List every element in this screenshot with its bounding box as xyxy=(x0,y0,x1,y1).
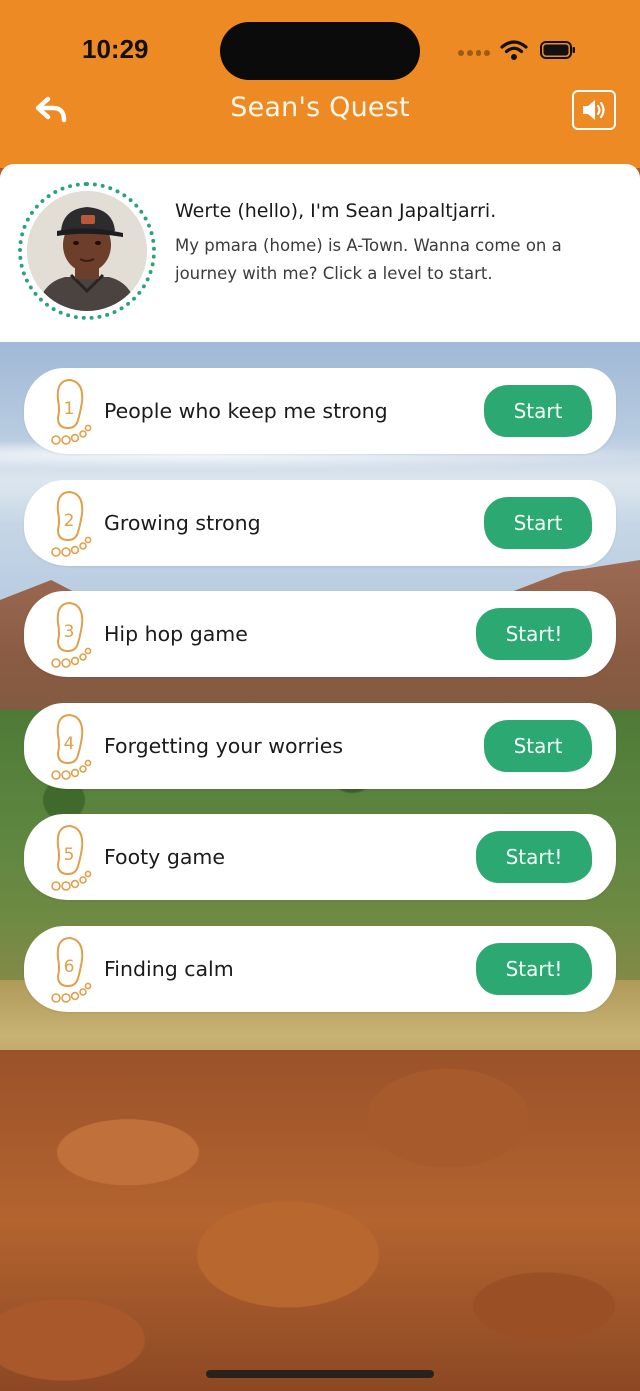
level-card-6[interactable]: 6 Finding calm Start! xyxy=(24,925,616,1012)
footprint-icon: 1 xyxy=(51,378,92,445)
speaker-icon xyxy=(583,100,605,120)
intro-text: My pmara (home) is A-Town. Wanna come on… xyxy=(175,236,562,283)
status-time: 10:29 xyxy=(82,34,149,64)
level-number: 3 xyxy=(64,622,75,642)
wifi-icon xyxy=(500,40,528,60)
level-list: 1 People who keep me strong Start 2 Grow… xyxy=(24,368,616,1038)
level-number: 2 xyxy=(64,511,75,531)
footprint-icon: 2 xyxy=(51,490,92,557)
level-card-5[interactable]: 5 Footy game Start! xyxy=(24,814,616,901)
red-rocks xyxy=(0,1050,640,1391)
level-title: Footy game xyxy=(104,845,225,870)
level-card-1[interactable]: 1 People who keep me strong Start xyxy=(24,368,616,454)
level-title: People who keep me strong xyxy=(104,399,388,423)
signal-icon xyxy=(458,50,490,56)
level-title: Growing strong xyxy=(104,510,261,535)
intro-card: Werte (hello), I'm Sean Japaltjarri. My … xyxy=(0,164,640,342)
start-button-level-1[interactable]: Start xyxy=(484,385,592,437)
level-card-3[interactable]: 3 Hip hop game Start! xyxy=(24,591,616,678)
start-button-level-3[interactable]: Start! xyxy=(476,608,592,661)
avatar xyxy=(18,182,156,320)
home-indicator[interactable] xyxy=(206,1370,434,1378)
start-button-level-5[interactable]: Start! xyxy=(476,831,592,884)
level-title: Hip hop game xyxy=(104,622,248,647)
battery-icon xyxy=(540,41,575,59)
footprint-icon: 5 xyxy=(51,825,92,892)
sound-button[interactable] xyxy=(572,90,616,130)
level-card-4[interactable]: 4 Forgetting your worries Start xyxy=(24,702,616,789)
level-number: 4 xyxy=(64,734,75,754)
start-button-level-6[interactable]: Start! xyxy=(476,942,592,995)
start-button-level-2[interactable]: Start xyxy=(484,496,592,549)
page-title: Sean's Quest xyxy=(230,92,410,123)
sean-portrait xyxy=(27,191,147,311)
level-title: Finding calm xyxy=(104,956,234,981)
level-number: 6 xyxy=(64,957,75,977)
level-number: 1 xyxy=(64,399,75,419)
app-header: 10:29 Sean's Quest xyxy=(0,0,640,168)
footprint-icon: 3 xyxy=(51,602,92,668)
start-button-level-4[interactable]: Start xyxy=(484,719,592,772)
level-title: Forgetting your worries xyxy=(104,733,343,758)
character-illustration xyxy=(27,191,147,311)
dynamic-island xyxy=(220,22,420,80)
footprint-icon: 6 xyxy=(51,936,92,1003)
footprint-icon: 4 xyxy=(51,713,92,780)
level-card-2[interactable]: 2 Growing strong Start xyxy=(24,479,616,566)
intro-greeting: Werte (hello), I'm Sean Japaltjarri. xyxy=(175,200,497,222)
level-number: 5 xyxy=(64,845,75,865)
